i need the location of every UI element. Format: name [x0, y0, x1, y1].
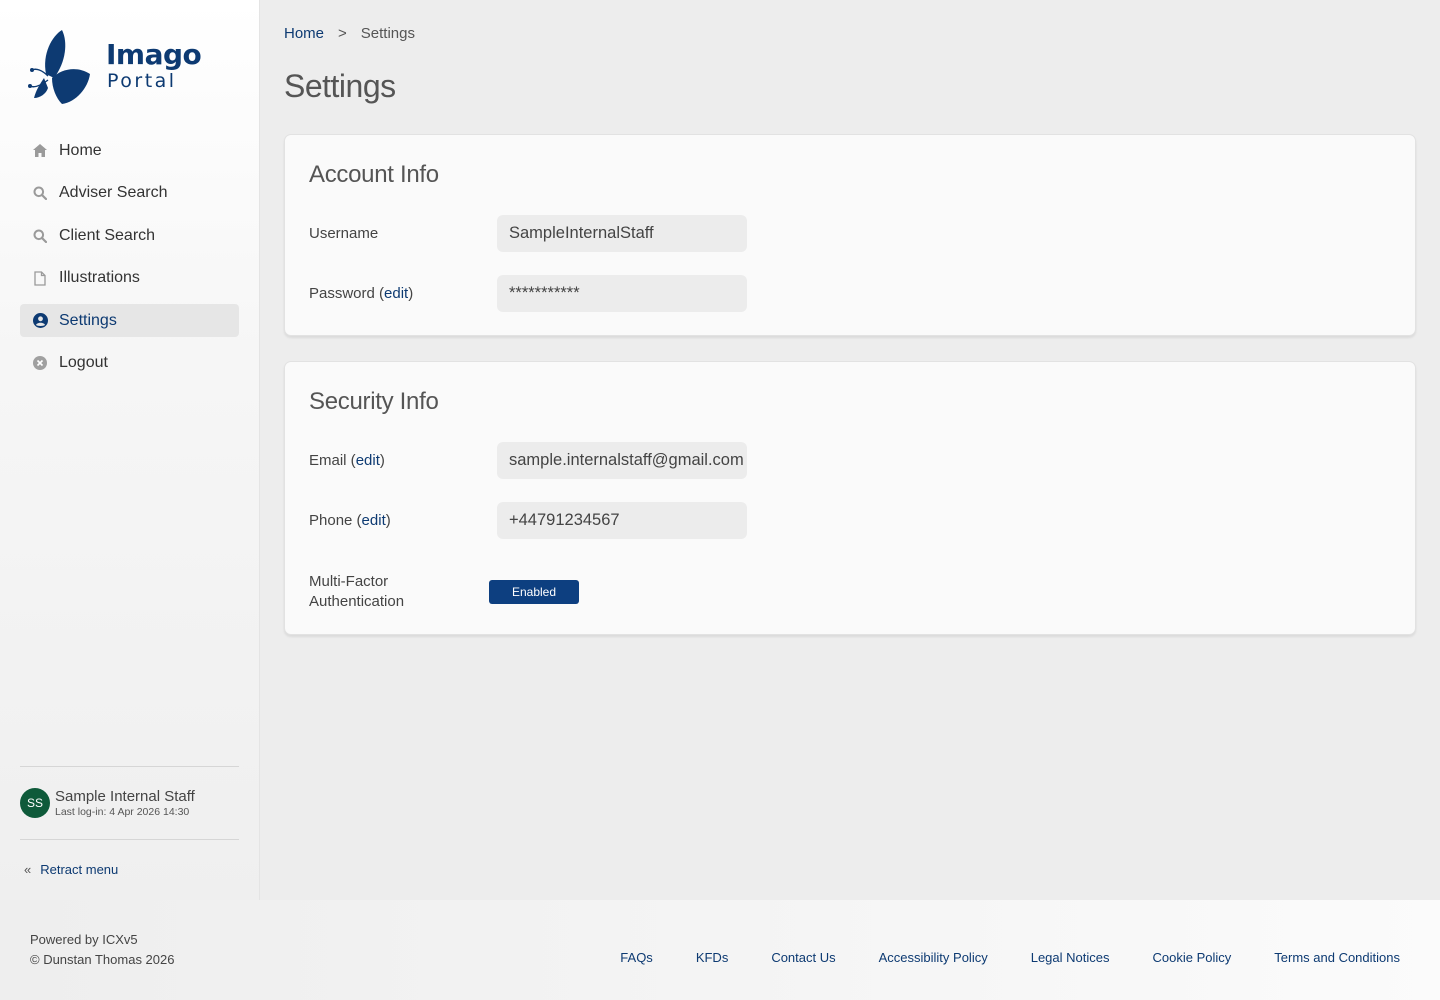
email-label-text: Email [309, 452, 347, 469]
sidebar-item-home[interactable]: Home [20, 134, 239, 167]
page-title: Settings [284, 68, 396, 104]
mfa-status-badge[interactable]: Enabled [489, 580, 579, 604]
close-circle-icon [32, 355, 48, 371]
retract-menu-label: Retract menu [40, 862, 119, 877]
sidebar-item-label: Client Search [59, 226, 156, 244]
user-circle-icon [32, 313, 48, 329]
sidebar-item-label: Illustrations [59, 269, 140, 287]
mfa-label-line2: Authentication [309, 593, 405, 610]
sidebar-item-label: Settings [59, 311, 117, 329]
mfa-label-line1: Multi-Factor [309, 573, 389, 590]
search-icon [32, 185, 48, 201]
account-info-title: Account Info [309, 161, 439, 188]
last-login: Last log-in: 4 Apr 2026 14:30 [55, 805, 190, 818]
security-info-title: Security Info [309, 388, 439, 415]
butterfly-logo-icon [28, 30, 90, 104]
search-icon [32, 228, 48, 244]
security-info-card: Security Info Email (edit) sample.intern… [284, 361, 1416, 635]
breadcrumb: Home > Settings [284, 25, 415, 42]
edit-password-link[interactable]: edit [384, 285, 408, 302]
home-icon [32, 143, 48, 159]
sidebar-item-label: Logout [59, 354, 108, 372]
sidebar-item-label: Home [59, 141, 102, 159]
password-label-text: Password [309, 285, 375, 302]
footer-link-accessibility-policy[interactable]: Accessibility Policy [879, 950, 988, 965]
avatar: SS [20, 788, 50, 818]
logo-line2: Portal [107, 70, 177, 92]
footer-link-kfds[interactable]: KFDs [696, 950, 729, 965]
password-field[interactable]: *********** [497, 275, 747, 312]
user-name: Sample Internal Staff [55, 787, 195, 805]
edit-email-link[interactable]: edit [356, 452, 380, 469]
breadcrumb-separator: > [338, 25, 347, 42]
document-icon [32, 270, 48, 286]
account-info-card: Account Info Username SampleInternalStaf… [284, 134, 1416, 336]
double-chevron-left-icon: « [24, 862, 32, 877]
email-label: Email (edit) [309, 452, 385, 469]
copyright-text: © Dunstan Thomas 2026 [30, 952, 175, 967]
footer-link-legal-notices[interactable]: Legal Notices [1031, 950, 1110, 965]
sidebar: Imago Portal Home Adviser Search Client … [0, 0, 260, 900]
footer-link-terms-and-conditions[interactable]: Terms and Conditions [1274, 950, 1400, 965]
phone-field[interactable]: +44791234567 [497, 502, 747, 539]
user-info: SS Sample Internal Staff Last log-in: 4 … [20, 766, 239, 840]
password-label: Password (edit) [309, 285, 414, 302]
footer-links: FAQs KFDs Contact Us Accessibility Polic… [577, 950, 1400, 965]
sidebar-item-settings[interactable]: Settings [20, 304, 239, 338]
retract-menu-button[interactable]: « Retract menu [24, 862, 118, 877]
sidebar-item-label: Adviser Search [59, 184, 168, 202]
footer-link-cookie-policy[interactable]: Cookie Policy [1153, 950, 1232, 965]
main-content: Home > Settings Settings Account Info Us… [260, 0, 1440, 900]
mfa-label: Multi-Factor Authentication [309, 572, 404, 612]
imago-portal-logo[interactable]: Imago Portal [28, 28, 202, 108]
powered-by-text: Powered by ICXv5 [30, 932, 138, 947]
breadcrumb-home-link[interactable]: Home [284, 25, 324, 42]
edit-phone-link[interactable]: edit [362, 512, 386, 529]
username-field[interactable]: SampleInternalStaff [497, 215, 747, 252]
logo-line1: Imago [106, 38, 202, 71]
sidebar-item-adviser-search[interactable]: Adviser Search [20, 177, 239, 210]
sidebar-item-illustrations[interactable]: Illustrations [20, 262, 239, 295]
username-label-text: Username [309, 225, 379, 242]
footer-link-contact-us[interactable]: Contact Us [771, 950, 835, 965]
breadcrumb-current: Settings [360, 25, 415, 42]
footer-link-faqs[interactable]: FAQs [620, 950, 653, 965]
phone-label-text: Phone [309, 512, 353, 529]
phone-label: Phone (edit) [309, 512, 391, 529]
sidebar-nav: Home Adviser Search Client Search Illust… [20, 134, 239, 390]
email-field[interactable]: sample.internalstaff@gmail.com [497, 442, 747, 479]
sidebar-item-logout[interactable]: Logout [20, 347, 239, 380]
username-label: Username [309, 224, 378, 244]
logo-text: Imago Portal [106, 38, 202, 93]
sidebar-item-client-search[interactable]: Client Search [20, 219, 239, 252]
footer: Powered by ICXv5 © Dunstan Thomas 2026 F… [0, 900, 1440, 1000]
footer-credits: Powered by ICXv5 © Dunstan Thomas 2026 [30, 930, 174, 970]
